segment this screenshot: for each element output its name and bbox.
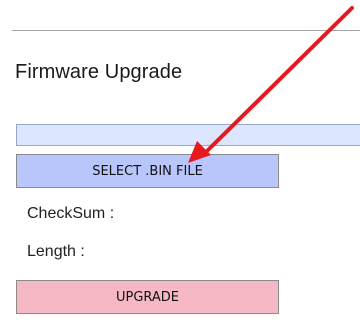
section-title: Firmware Upgrade: [15, 61, 183, 83]
top-divider: [12, 30, 360, 31]
checksum-label: CheckSum :: [27, 205, 115, 222]
select-bin-file-button[interactable]: SELECT .BIN FILE: [16, 154, 279, 188]
upgrade-button[interactable]: UPGRADE: [16, 280, 279, 314]
length-label: Length :: [27, 243, 85, 260]
file-path-field[interactable]: [16, 124, 360, 146]
